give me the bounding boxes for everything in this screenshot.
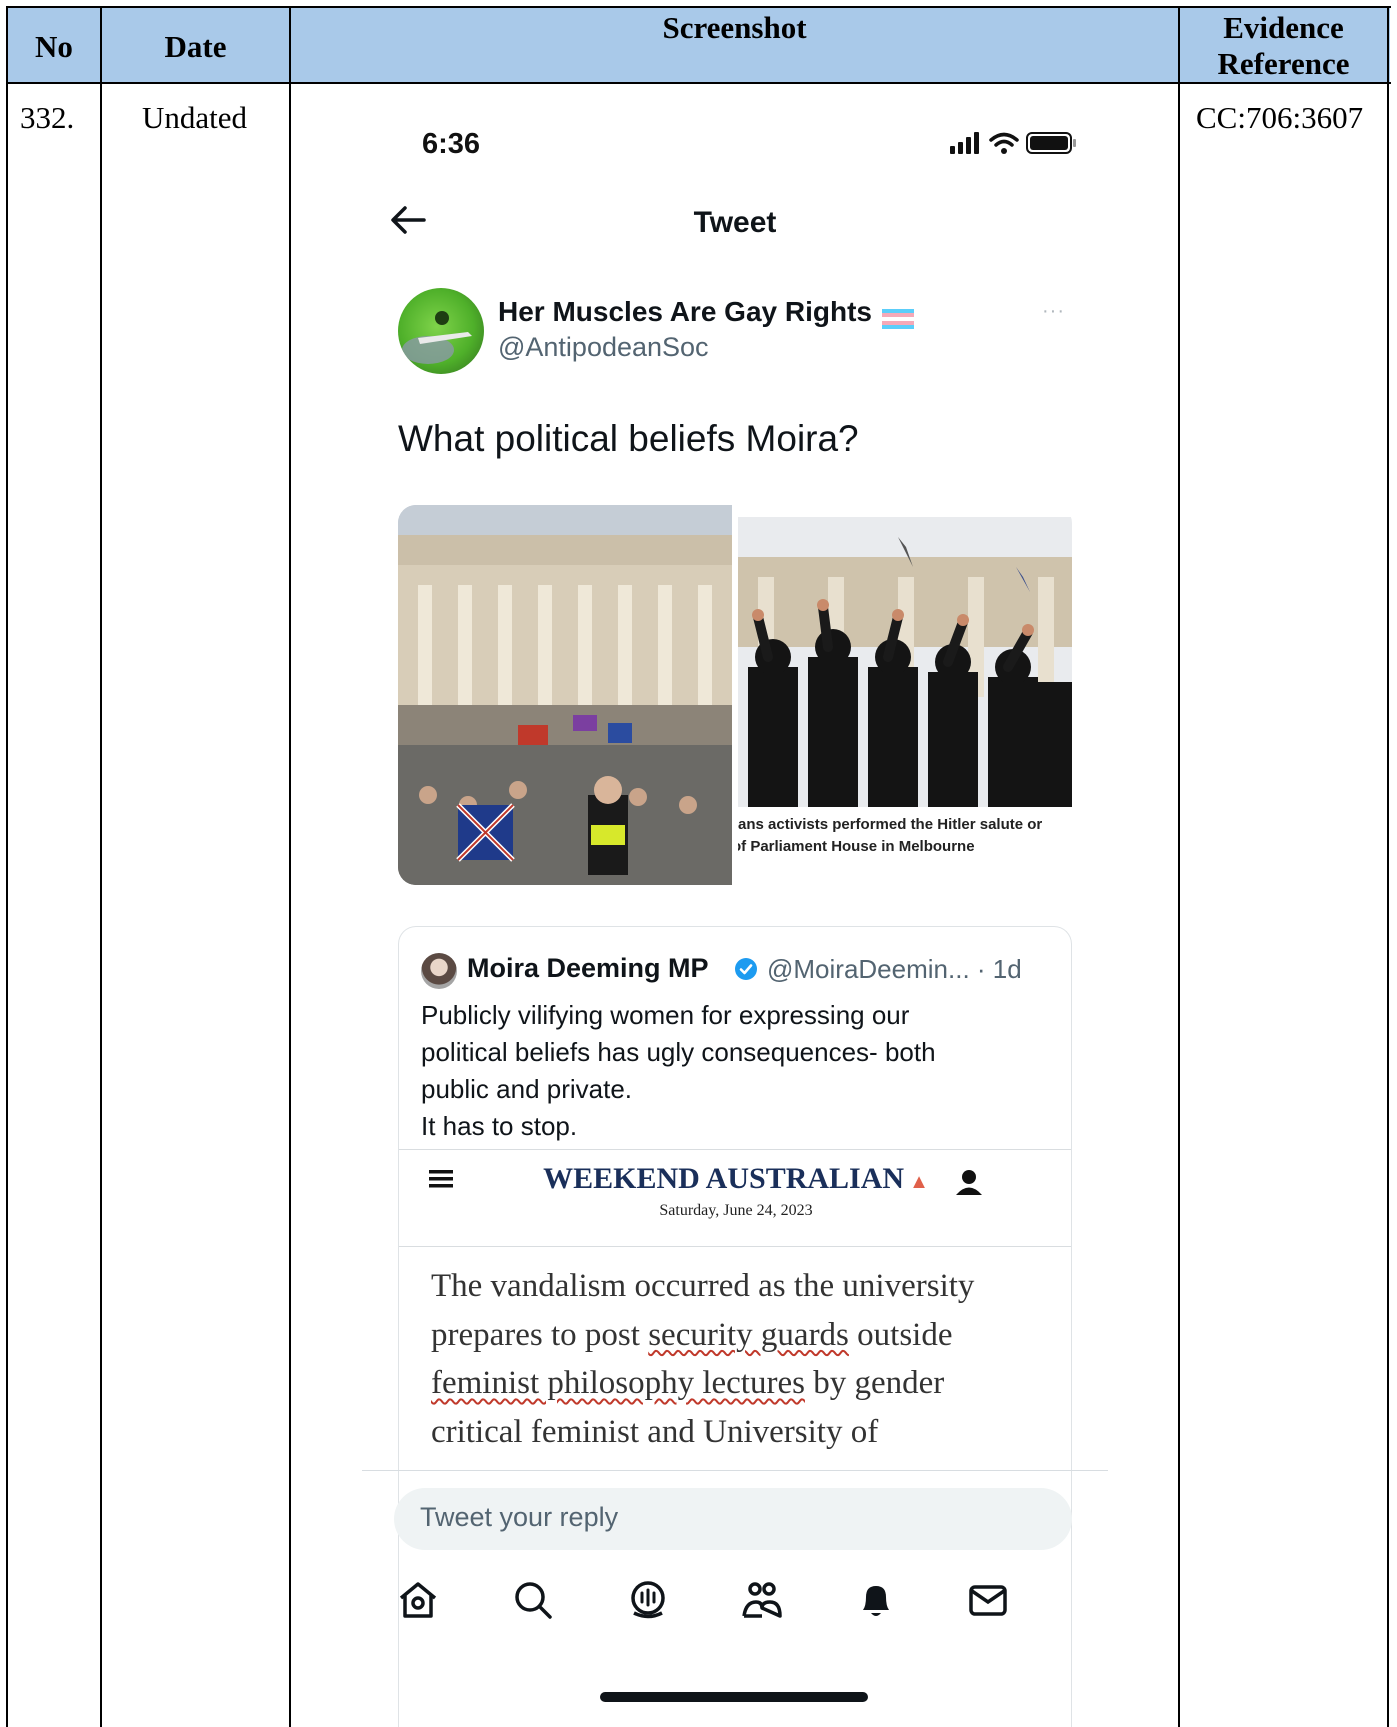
more-options-icon[interactable]: ···: [1042, 300, 1065, 323]
quote-text-line: Publicly vilifying women for expressing …: [421, 1000, 910, 1030]
notifications-icon[interactable]: [854, 1578, 898, 1622]
author-avatar[interactable]: [398, 288, 484, 374]
spellcheck-underlined-text: feminist philosophy lectures: [431, 1365, 805, 1401]
status-time: 6:36: [422, 128, 481, 160]
reply-input[interactable]: Tweet your reply: [394, 1488, 1072, 1550]
article-date: Saturday, June 24, 2023: [659, 1202, 813, 1219]
article-line: feminist philosophy lectures by gender: [431, 1365, 945, 1401]
quote-text-line: political beliefs has ugly consequences-…: [421, 1037, 936, 1067]
header-evidence-2: Reference: [1217, 46, 1350, 81]
header-screenshot: Screenshot: [662, 10, 807, 45]
verified-badge-icon: [734, 957, 758, 986]
spaces-icon[interactable]: [626, 1578, 670, 1622]
status-icons: [950, 130, 1080, 161]
signal-icon: [950, 132, 979, 154]
article-line: prepares to post security guards outside: [431, 1316, 953, 1353]
table-right-border: [1387, 6, 1389, 1727]
quote-text-line: It has to stop.: [421, 1111, 578, 1141]
battery-icon: [1026, 132, 1076, 154]
tweet-image-parliament-rally[interactable]: [398, 505, 732, 885]
tweet-image-salute-news[interactable]: ans activists performed the Hitler salut…: [738, 505, 1072, 885]
quote-text-line: public and private.: [421, 1074, 633, 1104]
table-top-border: [6, 6, 1391, 8]
table-left-border: [6, 6, 8, 1727]
row-number: 332.: [20, 100, 75, 135]
quote-author-avatar[interactable]: [421, 953, 457, 989]
reply-divider: [362, 1470, 1108, 1471]
image-caption-line-2: of Parliament House in Melbourne: [738, 838, 975, 855]
home-indicator: [600, 1692, 868, 1702]
article-excerpt: The vandalism occurred as the university…: [431, 1262, 1051, 1456]
row-evidence-reference: CC:706:3607: [1196, 100, 1364, 135]
image-caption-line-1: ans activists performed the Hitler salut…: [738, 816, 1043, 833]
col-divider-2: [289, 6, 291, 1727]
spellcheck-underlined-text: security guards: [648, 1316, 849, 1353]
search-icon[interactable]: [511, 1578, 555, 1622]
account-icon: [955, 1168, 983, 1201]
row-date: Undated: [142, 100, 248, 135]
messages-icon[interactable]: [966, 1578, 1010, 1622]
article-line: critical feminist and University of: [431, 1413, 879, 1450]
header-date: Date: [164, 29, 227, 64]
tweet-text: What political beliefs Moira?: [398, 418, 859, 459]
wifi-icon: [989, 132, 1019, 147]
article-header-bar: WEEKEND AUSTRALIAN ▲ Saturday, June 24, …: [399, 1150, 1071, 1247]
quote-author-handle[interactable]: @MoiraDeemin... · 1d: [767, 954, 1022, 985]
nav-title: Tweet: [693, 206, 777, 239]
author-handle[interactable]: @AntipodeanSoc: [498, 332, 709, 363]
header-no: No: [35, 29, 73, 64]
tweet-screenshot: 6:36 Tweet Her Muscles Are Gay Rights @A…: [362, 100, 1108, 1727]
author-display-name[interactable]: Her Muscles Are Gay Rights: [498, 296, 914, 329]
trans-flag-icon: [881, 304, 914, 329]
communities-icon[interactable]: [740, 1578, 784, 1622]
article-line: The vandalism occurred as the university: [431, 1268, 975, 1304]
home-icon[interactable]: [396, 1578, 440, 1622]
col-divider-3: [1178, 6, 1180, 1727]
quote-author-name[interactable]: Moira Deeming MP: [467, 953, 709, 984]
reply-placeholder: Tweet your reply: [420, 1502, 619, 1532]
header-evidence-1: Evidence: [1223, 10, 1344, 45]
quoted-article-image[interactable]: WEEKEND AUSTRALIAN ▲ Saturday, June 24, …: [399, 1149, 1071, 1727]
quote-text: Publicly vilifying women for expressing …: [421, 997, 1041, 1145]
masthead-flame-icon: ▲: [904, 1171, 929, 1193]
col-divider-1: [100, 6, 102, 1727]
